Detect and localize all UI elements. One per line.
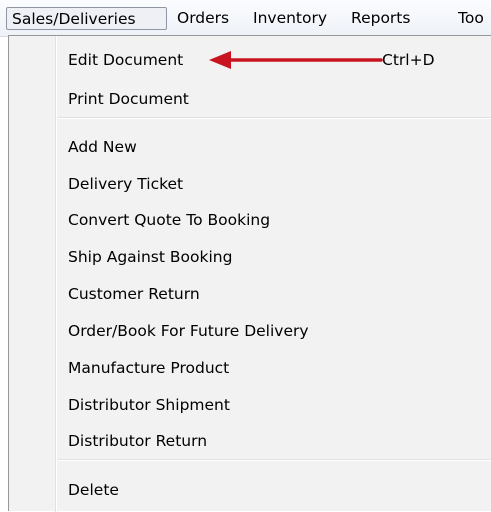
menu-separator [58, 459, 491, 461]
menu-item-delivery-ticket[interactable]: Delivery Ticket [68, 174, 183, 194]
edit-document-shortcut: Ctrl+D [382, 51, 435, 69]
red-arrow-icon [209, 51, 383, 69]
menu-item-distributor-return[interactable]: Distributor Return [68, 431, 207, 451]
menu-item-manufacture-product[interactable]: Manufacture Product [68, 358, 229, 378]
menu-item-add-new[interactable]: Add New [68, 137, 137, 157]
menu-item-delete[interactable]: Delete [68, 480, 119, 500]
sales-deliveries-dropdown: Edit Document Ctrl+D Print Document Add … [8, 35, 491, 512]
menu-gutter-divider-highlight [56, 36, 57, 512]
menu-item-distributor-shipment[interactable]: Distributor Shipment [68, 395, 230, 415]
menu-sales-deliveries[interactable]: Sales/Deliveries [6, 7, 167, 30]
menu-orders[interactable]: Orders [177, 7, 229, 30]
menu-bar: Sales/Deliveries Orders Inventory Report… [0, 0, 491, 37]
menu-item-order-book-future-delivery[interactable]: Order/Book For Future Delivery [68, 321, 309, 341]
menu-tools[interactable]: Too [458, 7, 484, 30]
menu-separator [58, 117, 491, 119]
menu-item-ship-against-booking[interactable]: Ship Against Booking [68, 247, 232, 267]
menu-item-customer-return[interactable]: Customer Return [68, 284, 200, 304]
menu-item-print-document[interactable]: Print Document [68, 89, 189, 109]
menu-item-edit-document[interactable]: Edit Document [68, 50, 183, 70]
menu-reports[interactable]: Reports [351, 7, 410, 30]
menu-inventory[interactable]: Inventory [253, 7, 327, 30]
menu-item-convert-quote-to-booking[interactable]: Convert Quote To Booking [68, 210, 270, 230]
